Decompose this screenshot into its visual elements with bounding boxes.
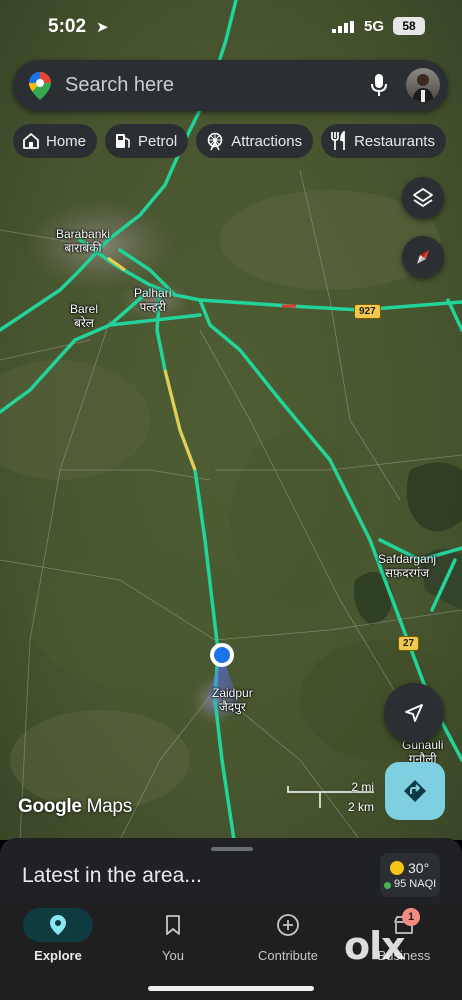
bookmark-icon (166, 915, 180, 935)
place-name-local: जैदपुर (218, 700, 246, 714)
status-bar: 5:02 ➤ 5G 58 (0, 0, 462, 56)
olx-watermark: olx (344, 924, 406, 968)
nav-explore[interactable]: Explore (3, 904, 113, 963)
search-bar[interactable]: Search here (13, 60, 448, 111)
compass-icon (417, 250, 429, 264)
nav-label: Explore (34, 948, 82, 963)
weather-widget[interactable]: 30° 95 NAQI (380, 853, 440, 897)
ferris-wheel-icon (207, 132, 223, 151)
brand-maps: Maps (86, 796, 133, 817)
chip-label: Attractions (231, 132, 303, 150)
place-label-barabanki[interactable]: Barabanki बाराबंकी (56, 227, 110, 255)
place-name: Barel (70, 302, 99, 316)
microphone-icon[interactable] (370, 73, 388, 97)
place-name: Palhari (134, 286, 172, 300)
nav-label: You (162, 948, 184, 963)
place-name: Safdarganj (378, 552, 437, 566)
profile-photo (412, 74, 434, 102)
place-name: Barabanki (56, 227, 111, 241)
chip-petrol[interactable]: Petrol (105, 124, 189, 158)
network-type: 5G (364, 18, 385, 35)
scale-km: 2 km (347, 800, 374, 814)
plus-circle-icon (277, 914, 299, 936)
map-scale: 2 mi 2 km (286, 780, 376, 814)
aqi-status-dot (384, 882, 391, 889)
weather-temp: 30° (408, 860, 430, 876)
brand-google: Google (18, 796, 82, 817)
layers-button[interactable] (402, 177, 444, 219)
location-pin-icon (50, 915, 66, 935)
home-indicator[interactable] (148, 986, 314, 991)
chip-restaurants[interactable]: Restaurants (321, 124, 446, 158)
google-maps-logo: Google Maps (18, 796, 132, 818)
nav-label: Contribute (258, 948, 318, 963)
search-input[interactable]: Search here (65, 74, 174, 97)
scale-miles: 2 mi (351, 780, 374, 794)
place-label-safdarganj[interactable]: Safdarganj सफ़दरगंज (378, 552, 436, 580)
sheet-title: Latest in the area... (22, 864, 202, 887)
chip-label: Home (46, 132, 87, 150)
category-chips: Home Petrol Attractions Restaurants (13, 124, 446, 158)
fork-knife-icon (331, 131, 345, 150)
my-location-button[interactable] (384, 683, 444, 743)
chip-label: Restaurants (354, 132, 435, 150)
chip-attractions[interactable]: Attractions (196, 124, 314, 158)
place-label-zaidpur[interactable]: Zaidpur जैदपुर (212, 686, 253, 714)
compass-button[interactable] (402, 236, 444, 278)
avatar[interactable] (406, 68, 440, 102)
signal-icon (332, 21, 354, 33)
road-shield-927: 927 (354, 304, 381, 319)
place-name-local: सफ़दरगंज (384, 566, 430, 580)
directions-button[interactable] (385, 762, 445, 820)
google-maps-pin-icon (29, 72, 51, 100)
weather-aqi: 95 NAQI (394, 878, 437, 890)
chip-home[interactable]: Home (13, 124, 98, 158)
road-shield-27: 27 (398, 636, 420, 651)
status-time: 5:02 (48, 16, 87, 37)
chip-label: Petrol (138, 132, 178, 150)
navigation-arrow-icon (405, 704, 423, 722)
directions-icon (404, 780, 426, 802)
battery-icon: 58 (393, 17, 425, 35)
layers-icon (413, 188, 433, 207)
place-name-local: बरेल (74, 316, 94, 330)
place-name: Zaidpur (212, 686, 253, 700)
sheet-drag-handle[interactable] (211, 847, 253, 851)
nav-contribute[interactable]: Contribute (233, 904, 343, 963)
sun-icon (390, 861, 404, 875)
fuel-pump-icon (116, 134, 130, 148)
nav-you[interactable]: You (118, 904, 228, 963)
location-arrow-icon: ➤ (96, 19, 109, 36)
place-name-local: बाराबंकी (64, 241, 102, 255)
place-name-local: पल्हरी (139, 300, 166, 314)
place-label-barel[interactable]: Barel बरेल (70, 302, 98, 330)
place-label-palhari[interactable]: Palhari पल्हरी (134, 286, 171, 314)
home-icon (23, 133, 39, 149)
